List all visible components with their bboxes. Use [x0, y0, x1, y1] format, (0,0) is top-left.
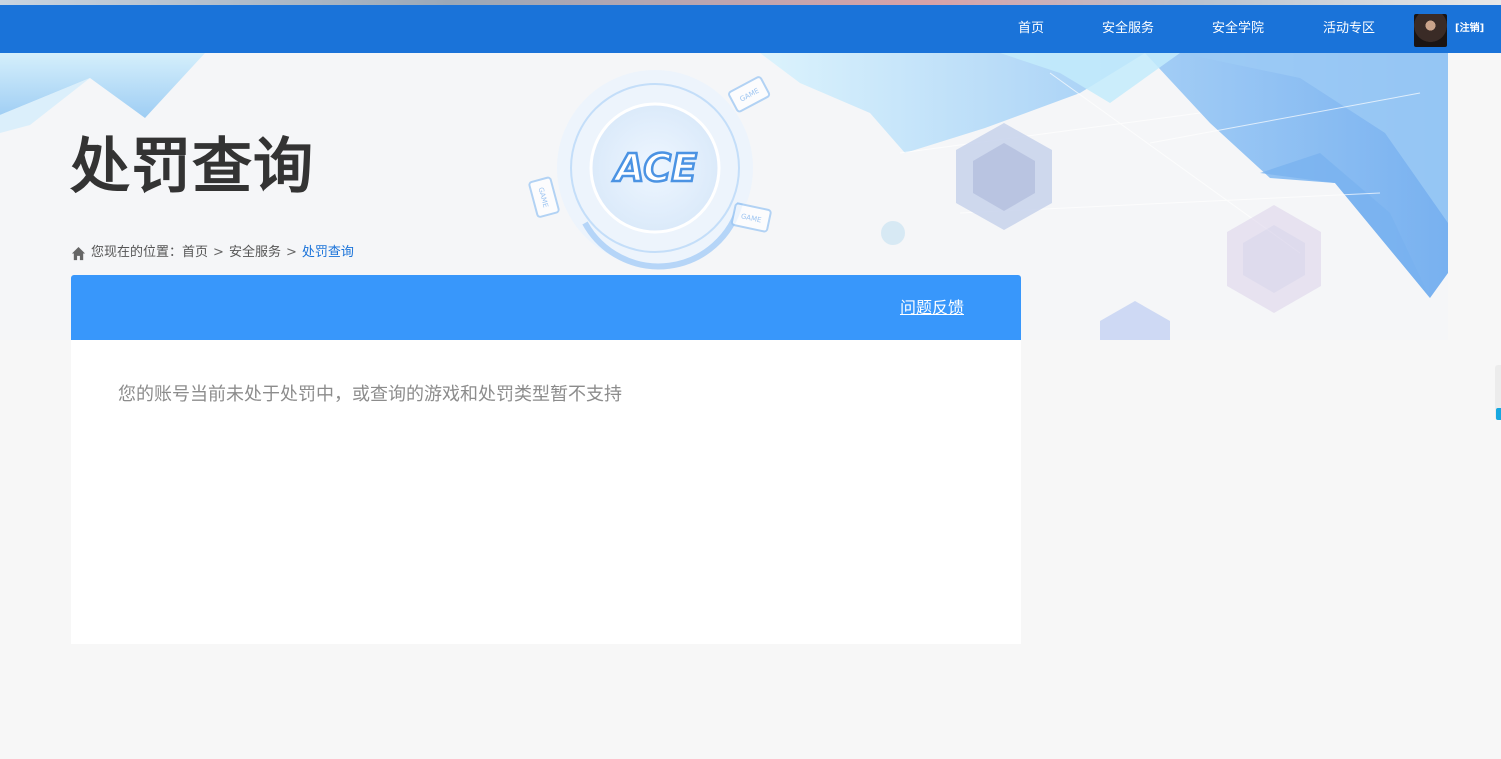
side-float-tab-accent [1496, 408, 1501, 420]
status-message: 您的账号当前未处于处罚中，或查询的游戏和处罚类型暂不支持 [118, 384, 622, 405]
nav-item-security-services[interactable]: 安全服务 [1102, 5, 1154, 53]
nav-item-security-academy[interactable]: 安全学院 [1212, 5, 1264, 53]
breadcrumb-prefix: 您现在的位置： [91, 245, 183, 260]
ace-logo-text: ACE [612, 146, 697, 190]
top-navbar: 首页 安全服务 安全学院 活动专区 [注销] [0, 5, 1501, 53]
feedback-link[interactable]: 问题反馈 [900, 275, 964, 340]
panel-header: 问题反馈 [71, 275, 1021, 340]
breadcrumb-item-home[interactable]: 首页 [182, 243, 208, 263]
breadcrumb-item-security-services[interactable]: 安全服务 [229, 243, 281, 263]
user-avatar[interactable] [1414, 14, 1447, 47]
logout-link[interactable]: [注销] [1455, 5, 1484, 53]
breadcrumb-separator: > [285, 245, 297, 260]
breadcrumb-separator: > [213, 245, 224, 260]
breadcrumb-item-current: 处罚查询 [301, 245, 354, 260]
nav-item-home[interactable]: 首页 [1018, 5, 1044, 53]
page-title: 处罚查询 [70, 132, 314, 202]
breadcrumb: 您现在的位置： 首页 > 安全服务 > 处罚查询 [71, 243, 354, 263]
nav-item-events[interactable]: 活动专区 [1323, 5, 1375, 53]
home-icon [71, 246, 86, 260]
panel-body: 您的账号当前未处于处罚中，或查询的游戏和处罚类型暂不支持 [71, 340, 1021, 644]
